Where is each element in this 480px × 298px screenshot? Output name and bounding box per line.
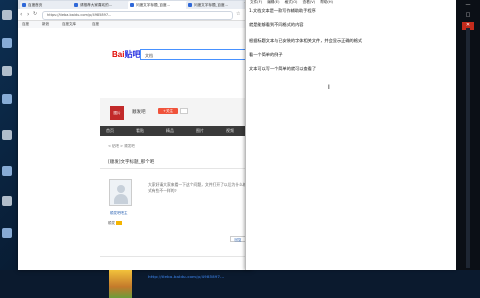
- desktop-app-icon[interactable]: [2, 10, 12, 20]
- browser-tab[interactable]: 百度首页: [20, 1, 78, 9]
- tab-home[interactable]: 首页: [106, 128, 114, 134]
- page-content: Bai贴吧 文档 图片 顺发吧 +关注 首页 看贴 精品 图片 视频 < 贴吧 …: [18, 28, 252, 298]
- bookmark-item[interactable]: 百度: [22, 22, 29, 27]
- text-line[interactable]: 文本可以写一个简单的就可以查看了: [249, 66, 316, 72]
- post-content: 大家好请大家来看一下这个问题，文件打开了以后为什么格式有些不一样的?: [148, 182, 247, 193]
- tab-videos[interactable]: 视频: [226, 128, 234, 134]
- follow-button[interactable]: +关注: [158, 108, 178, 114]
- menu-view[interactable]: 查看(V): [303, 0, 315, 4]
- text-line[interactable]: 看一个简单的例子: [249, 52, 283, 58]
- browser-tab[interactable]: 问度文字标题_百度...: [186, 1, 250, 9]
- reply-button[interactable]: 回复: [230, 236, 246, 242]
- back-icon[interactable]: ‹: [20, 10, 22, 19]
- user-avatar[interactable]: [109, 270, 132, 298]
- bookmarks-bar: 百度 新浪 百度文库 百度: [18, 21, 252, 28]
- sign-in-button[interactable]: [180, 108, 188, 114]
- minimize-button[interactable]: —: [462, 2, 474, 10]
- baidu-favicon-icon: [22, 3, 26, 7]
- scrollbar[interactable]: [466, 28, 470, 268]
- menu-format[interactable]: 格式(O): [285, 0, 298, 4]
- address-bar: ‹ › ↻ https://tieba.baidu.com/p/4985897.…: [18, 9, 252, 21]
- text-line[interactable]: 就是能够看到不同格式的内容: [249, 22, 303, 28]
- tab-images[interactable]: 图片: [196, 128, 204, 134]
- thread-title: [顺发]文字标题_那个吧: [108, 160, 155, 165]
- menu-file[interactable]: 文件(F): [250, 0, 262, 4]
- avatar-body: [114, 194, 128, 204]
- user-avatar[interactable]: [109, 179, 132, 206]
- avatar-head: [117, 185, 125, 193]
- baidu-tieba-logo[interactable]: Bai贴吧: [112, 49, 140, 60]
- search-input[interactable]: 文档: [140, 49, 248, 60]
- divider: [100, 168, 252, 169]
- maximize-button[interactable]: □: [462, 12, 474, 20]
- tab-bar: 百度首页 请推荐大家喜欢的... 问度文字标题_百度... × 问度文字标题_百…: [18, 0, 252, 9]
- star-icon[interactable]: ☆: [236, 10, 240, 19]
- forum-header: 图片 顺发吧 +关注: [100, 98, 252, 126]
- text-line[interactable]: 根据标题文本与已安装的字体相关文件，并会显示正确的格式: [249, 38, 362, 44]
- browser-tab[interactable]: 请推荐大家喜欢的...: [72, 1, 134, 9]
- level-badge-icon: [116, 221, 123, 225]
- notepad-window: 文件(F) 编辑(E) 格式(O) 查看(V) 帮助(H) 1.文档文本是一款写…: [245, 0, 457, 270]
- desktop-app-icon[interactable]: [2, 228, 12, 238]
- bookmark-item[interactable]: 新浪: [42, 22, 49, 27]
- browser-window: 百度首页 请推荐大家喜欢的... 问度文字标题_百度... × 问度文字标题_百…: [18, 0, 252, 298]
- text-line[interactable]: 1.文档文本是一款写作辅助助手程序: [249, 8, 316, 14]
- baidu-favicon-icon: [74, 3, 78, 7]
- desktop-app-icon[interactable]: [2, 166, 12, 176]
- baidu-favicon-icon: [188, 3, 192, 7]
- menu-edit[interactable]: 编辑(E): [267, 0, 279, 4]
- forum-name[interactable]: 顺发吧: [132, 109, 146, 115]
- desktop-app-icon[interactable]: [2, 94, 12, 104]
- post-link[interactable]: http://tieba.baidu.com/p/4985897...: [148, 274, 224, 279]
- breadcrumb[interactable]: < 贴吧 > 顺发吧: [108, 144, 135, 149]
- forum-tabs: 首页 看贴 精品 图片 视频: [100, 126, 252, 136]
- baidu-favicon-icon: [130, 3, 134, 7]
- forward-icon[interactable]: ›: [27, 10, 29, 19]
- tab-featured[interactable]: 精品: [166, 128, 174, 134]
- refresh-icon[interactable]: ↻: [33, 10, 37, 19]
- bookmark-item[interactable]: 百度: [92, 22, 99, 27]
- desktop-app-icon[interactable]: [2, 130, 12, 140]
- menu-bar: 文件(F) 编辑(E) 格式(O) 查看(V) 帮助(H): [246, 0, 457, 6]
- tab-posts[interactable]: 看贴: [136, 128, 144, 134]
- desktop-app-icon[interactable]: [2, 38, 12, 48]
- user-level: 顺发: [108, 221, 123, 226]
- desktop-app-icon[interactable]: [2, 196, 12, 206]
- menu-help[interactable]: 帮助(H): [320, 0, 333, 4]
- text-cursor: I: [328, 84, 330, 91]
- bookmark-item[interactable]: 百度文库: [62, 22, 76, 27]
- divider: [100, 256, 252, 257]
- user-name[interactable]: 顺发吧吧主: [110, 211, 128, 216]
- forum-avatar[interactable]: 图片: [110, 106, 124, 120]
- url-field[interactable]: https://tieba.baidu.com/p/4985897...: [42, 11, 233, 20]
- browser-tab-active[interactable]: 问度文字标题_百度... ×: [128, 1, 192, 9]
- desktop-app-icon[interactable]: [2, 66, 12, 76]
